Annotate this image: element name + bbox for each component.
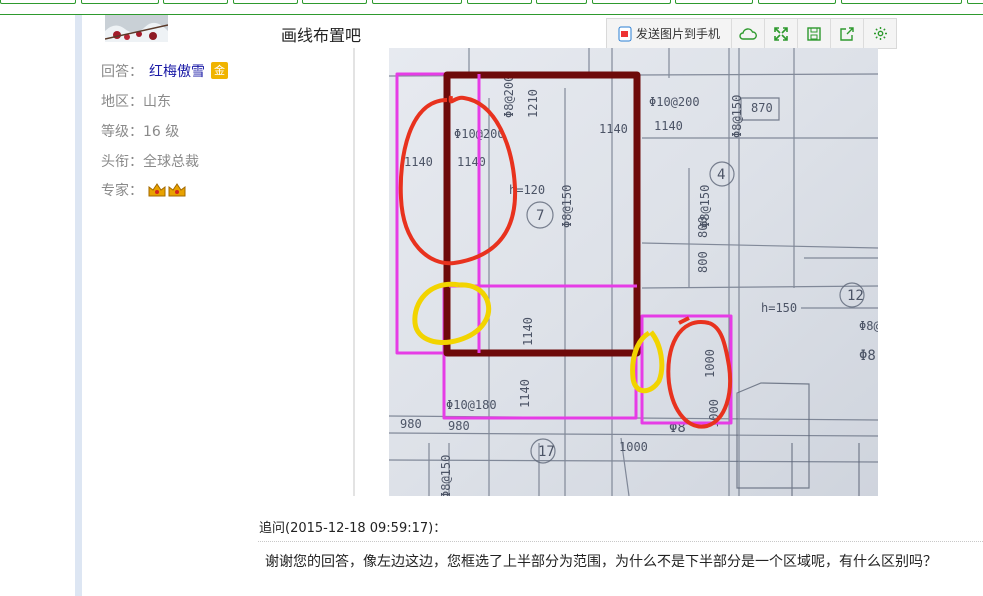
drawing-label: Φ8@200 — [502, 75, 516, 118]
drawing-label: Φ10@180 — [446, 398, 497, 412]
drawing-label: 870 — [751, 101, 773, 115]
save-icon — [807, 26, 821, 41]
post-title: 画线布置吧 — [281, 26, 362, 45]
top-tab[interactable] — [675, 0, 753, 4]
top-tab[interactable] — [233, 0, 298, 4]
drawing-label: 7 — [536, 208, 544, 224]
top-tab[interactable] — [0, 0, 76, 4]
drawing-label: 980 — [448, 419, 470, 433]
top-tab[interactable] — [592, 0, 671, 4]
author-answer-row: 回答： 红梅傲雪金 — [101, 61, 228, 81]
drawing-label: 12 — [847, 288, 864, 304]
image-toolbar: 发送图片到手机 — [606, 18, 897, 49]
drawing-label: Φ8@150 — [560, 185, 574, 228]
drawing-label: Φ8@150 — [859, 319, 878, 333]
author-level-row: 等级：16 级 — [101, 121, 179, 141]
gold-badge: 金 — [211, 62, 228, 79]
drawing-label: 800 — [696, 216, 710, 238]
drawing-label: 1000 — [703, 349, 717, 378]
followup-separator — [258, 541, 983, 542]
fullscreen-button[interactable] — [765, 19, 798, 48]
followup-text: 谢谢您的回答，像左边这边，您框选了上半部分为范围，为什么不是下半部分是一个区域呢… — [265, 554, 937, 570]
drawing-label: 1140 — [457, 155, 486, 169]
avatar[interactable] — [105, 15, 168, 42]
level-label: 等级： — [101, 124, 143, 140]
top-tab[interactable] — [967, 0, 983, 4]
drawing-label: Φ8@150 — [439, 455, 453, 496]
drawing-label: h=150 — [761, 301, 797, 315]
drawing-label: 1140 — [599, 122, 628, 136]
drawing-label: Φ10@200 — [649, 95, 700, 109]
drawing-label: 1210 — [526, 89, 540, 118]
drawing-label: 17 — [538, 444, 555, 460]
annotated-drawing-image[interactable]: 1210 Φ8@200 1140 Φ10@200 1140 1140 870 Φ10@200 1… — [389, 48, 878, 496]
region-label: 地区： — [101, 94, 143, 110]
drawing-label: Φ8 — [859, 348, 876, 364]
top-tab[interactable] — [841, 0, 962, 4]
drawing-label: 800 — [696, 251, 710, 273]
settings-button[interactable] — [864, 19, 896, 48]
settings-icon — [873, 27, 887, 40]
title-label: 头衔： — [101, 154, 143, 170]
drawing-label: 1000 — [619, 440, 648, 454]
expert-label: 专家： — [101, 183, 143, 199]
top-tab[interactable] — [536, 0, 587, 4]
left-sidebar-bar — [75, 15, 82, 596]
cloud-button[interactable] — [732, 19, 765, 48]
post-divider — [353, 48, 355, 496]
top-tab[interactable] — [81, 0, 159, 4]
top-tab[interactable] — [163, 0, 228, 4]
drawing-label: 1140 — [518, 379, 532, 408]
author-expert-row: 专家： — [101, 180, 187, 200]
fullscreen-icon — [774, 26, 788, 41]
drawing-label: 1140 — [654, 119, 683, 133]
author-name-link[interactable]: 红梅傲雪 — [149, 64, 205, 80]
drawing-label: Φ8@150 — [730, 95, 744, 138]
crown-icon — [148, 183, 166, 197]
followup-header: 追问(2015-12-18 09:59:17)： — [259, 521, 447, 536]
phone-icon — [618, 26, 632, 41]
top-tab[interactable] — [467, 0, 532, 4]
region-value: 山东 — [143, 94, 171, 110]
top-tab[interactable] — [302, 0, 367, 4]
drawing-canvas: 1210Φ8@2001140Φ10@2001140 1140870Φ10@2001… — [389, 48, 878, 496]
share-icon — [839, 27, 854, 41]
share-button[interactable] — [831, 19, 864, 48]
save-button[interactable] — [798, 19, 831, 48]
drawing-label: 4 — [717, 167, 725, 183]
send-to-phone-label: 发送图片到手机 — [635, 27, 720, 41]
top-tab[interactable] — [758, 0, 836, 4]
drawing-label: 1140 — [521, 317, 535, 346]
author-title-row: 头衔：全球总裁 — [101, 151, 199, 171]
drawing-label: 980 — [400, 417, 422, 431]
answer-label: 回答： — [101, 64, 143, 80]
send-to-phone-button[interactable]: 发送图片到手机 — [607, 19, 732, 48]
top-tab[interactable] — [372, 0, 462, 4]
title-value: 全球总裁 — [143, 154, 199, 170]
top-tab-strip — [0, 0, 983, 15]
author-region-row: 地区：山东 — [101, 91, 171, 111]
level-value: 16 级 — [143, 124, 180, 140]
drawing-label: 1140 — [404, 155, 433, 169]
cloud-icon — [739, 27, 757, 40]
crown-icon — [168, 183, 186, 197]
